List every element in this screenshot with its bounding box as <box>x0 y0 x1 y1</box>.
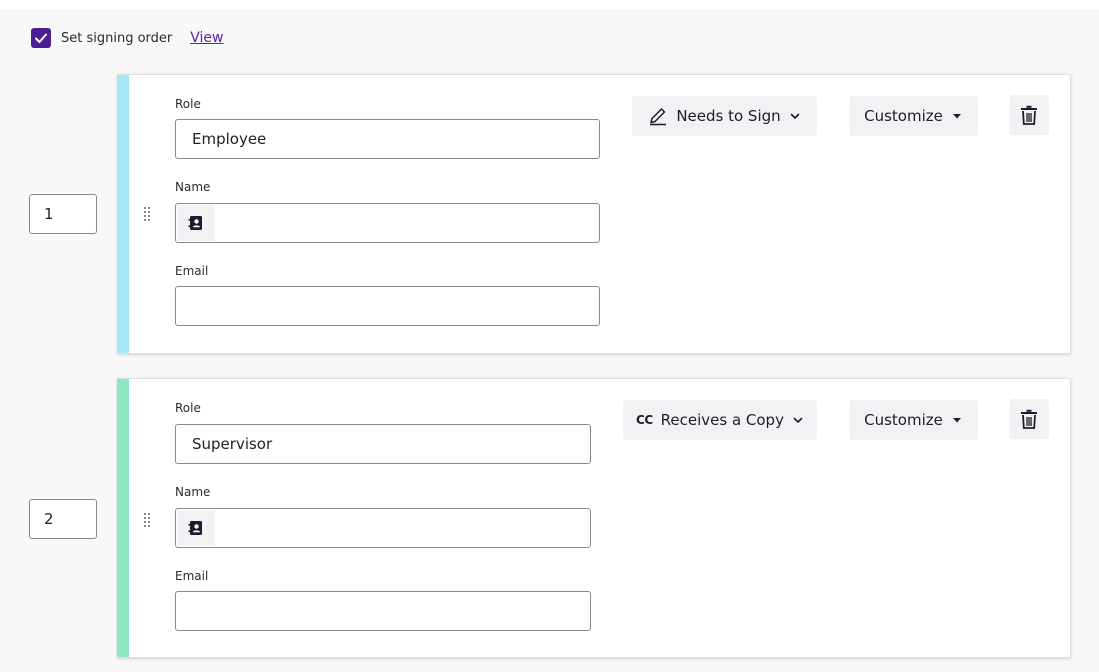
name-input[interactable] <box>175 508 591 548</box>
recipient-color-stripe <box>117 379 129 657</box>
signing-order-checkbox[interactable] <box>31 28 51 48</box>
customize-label: Customize <box>864 107 943 125</box>
name-label: Name <box>175 180 211 194</box>
drag-handle-icon[interactable] <box>144 207 150 221</box>
address-book-button[interactable] <box>177 510 215 546</box>
view-link[interactable]: View <box>190 30 223 46</box>
email-label: Email <box>175 264 209 278</box>
address-book-icon <box>188 216 202 230</box>
delete-recipient-button[interactable] <box>1009 399 1049 439</box>
role-label: Role <box>175 401 201 415</box>
top-bar <box>0 0 1099 9</box>
chevron-down-icon <box>793 417 803 423</box>
trash-icon <box>1021 409 1037 429</box>
recipient-action-dropdown[interactable]: CC Receives a Copy <box>623 400 817 440</box>
role-input[interactable]: Employee <box>175 119 600 159</box>
chevron-down-icon <box>790 113 799 119</box>
customize-dropdown[interactable]: Customize <box>849 96 978 136</box>
address-book-icon <box>188 521 202 535</box>
caret-down-icon <box>952 418 961 423</box>
customize-dropdown[interactable]: Customize <box>849 400 978 440</box>
customize-label: Customize <box>864 411 943 429</box>
cc-icon: CC <box>636 413 653 427</box>
pen-icon <box>648 106 668 126</box>
email-input[interactable] <box>175 286 600 326</box>
signing-order-input-2[interactable]: 2 <box>29 499 97 539</box>
signing-order-row: Set signing order View <box>31 28 224 48</box>
email-label: Email <box>175 569 209 583</box>
checkmark-icon <box>35 33 47 43</box>
name-input[interactable] <box>175 203 600 243</box>
recipient-card-1: Role Employee Name Email Needs to Sign C… <box>117 74 1071 354</box>
caret-down-icon <box>952 114 961 119</box>
email-input[interactable] <box>175 591 591 631</box>
recipient-card-2: Role Supervisor Name Email CC Receives a… <box>117 378 1071 658</box>
drag-handle-icon[interactable] <box>144 513 150 527</box>
address-book-button[interactable] <box>177 205 215 241</box>
role-label: Role <box>175 97 201 111</box>
delete-recipient-button[interactable] <box>1009 95 1049 135</box>
role-input[interactable]: Supervisor <box>175 424 591 464</box>
name-label: Name <box>175 485 211 499</box>
trash-icon <box>1021 105 1037 125</box>
signing-order-input-1[interactable]: 1 <box>29 194 97 234</box>
recipient-action-label: Needs to Sign <box>676 107 781 125</box>
recipient-color-stripe <box>117 75 129 353</box>
recipient-action-label: Receives a Copy <box>660 411 784 429</box>
signing-order-label: Set signing order <box>61 30 173 46</box>
recipient-action-dropdown[interactable]: Needs to Sign <box>632 96 817 136</box>
